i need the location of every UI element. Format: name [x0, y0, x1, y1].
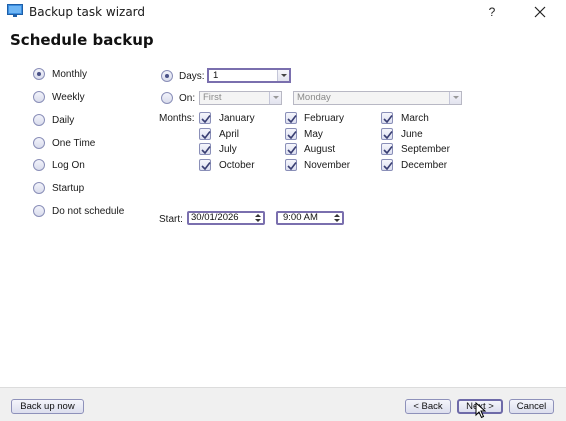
on-week-value: First — [203, 92, 222, 103]
month-label-february: February — [304, 113, 345, 124]
radio-one-time[interactable] — [33, 137, 45, 149]
title-bar: Backup task wizard ? — [0, 0, 566, 24]
window-title: Backup task wizard — [29, 5, 146, 19]
checkmark-icon — [383, 115, 393, 124]
checkmark-icon — [383, 146, 393, 155]
radio-daily[interactable] — [33, 114, 45, 126]
on-label: On: — [179, 93, 196, 104]
radio-do-not-schedule-label: Do not schedule — [52, 206, 125, 217]
mouse-pointer-icon — [475, 402, 487, 419]
radio-monthly[interactable] — [33, 68, 45, 80]
checkmark-icon — [287, 162, 297, 171]
checkmark-icon — [383, 131, 393, 140]
months-label: Months: — [159, 113, 195, 124]
checkbox-may[interactable] — [285, 128, 297, 140]
radio-log-on[interactable] — [33, 159, 45, 171]
checkbox-february[interactable] — [285, 112, 297, 124]
chevron-down-icon[interactable] — [277, 70, 289, 81]
radio-startup[interactable] — [33, 182, 45, 194]
checkmark-icon — [201, 146, 211, 155]
radio-startup-label: Startup — [52, 183, 85, 194]
checkbox-september[interactable] — [381, 143, 393, 155]
days-label: Days: — [179, 71, 205, 82]
on-week-combo[interactable]: First — [199, 91, 282, 105]
radio-log-on-label: Log On — [52, 160, 85, 171]
checkbox-june[interactable] — [381, 128, 393, 140]
radio-daily-label: Daily — [52, 115, 75, 126]
help-button[interactable]: ? — [481, 2, 503, 22]
month-label-december: December — [401, 160, 448, 171]
start-date-picker[interactable]: 30/01/2026 — [187, 211, 265, 225]
checkmark-icon — [287, 146, 297, 155]
start-time-picker[interactable]: 9:00 AM — [276, 211, 344, 225]
cancel-button[interactable]: Cancel — [509, 399, 554, 414]
checkbox-december[interactable] — [381, 159, 393, 171]
spin-arrows-icon[interactable] — [254, 213, 262, 223]
radio-do-not-schedule[interactable] — [33, 205, 45, 217]
days-combo[interactable]: 1 — [207, 68, 291, 83]
start-label: Start: — [159, 214, 183, 225]
month-label-march: March — [401, 113, 429, 124]
checkmark-icon — [201, 162, 211, 171]
checkbox-october[interactable] — [199, 159, 211, 171]
month-label-january: January — [219, 113, 255, 124]
radio-days[interactable] — [161, 70, 173, 82]
back-button[interactable]: < Back — [405, 399, 451, 414]
checkbox-august[interactable] — [285, 143, 297, 155]
checkbox-april[interactable] — [199, 128, 211, 140]
start-date-value: 30/01/2026 — [191, 212, 239, 223]
days-value: 1 — [213, 70, 219, 81]
on-day-combo[interactable]: Monday — [293, 91, 462, 105]
radio-monthly-label: Monthly — [52, 69, 88, 80]
checkbox-january[interactable] — [199, 112, 211, 124]
spin-arrows-icon[interactable] — [333, 213, 341, 223]
checkmark-icon — [201, 131, 211, 140]
month-label-june: June — [401, 129, 423, 140]
month-label-april: April — [219, 129, 240, 140]
checkmark-icon — [287, 115, 297, 124]
chevron-down-icon[interactable] — [269, 92, 281, 104]
radio-on[interactable] — [161, 92, 173, 104]
back-up-now-button[interactable]: Back up now — [11, 399, 84, 414]
chevron-down-icon[interactable] — [449, 92, 461, 104]
month-label-november: November — [304, 160, 351, 171]
close-icon — [534, 6, 546, 18]
checkmark-icon — [287, 131, 297, 140]
radio-one-time-label: One Time — [52, 138, 96, 149]
month-label-may: May — [304, 129, 323, 140]
checkbox-november[interactable] — [285, 159, 297, 171]
radio-weekly-label: Weekly — [52, 92, 85, 103]
checkbox-march[interactable] — [381, 112, 393, 124]
start-time-value: 9:00 AM — [283, 212, 318, 223]
checkbox-july[interactable] — [199, 143, 211, 155]
monitor-icon — [7, 4, 23, 17]
month-label-september: September — [401, 144, 450, 155]
page-title: Schedule backup — [10, 31, 154, 49]
month-label-august: August — [304, 144, 336, 155]
radio-weekly[interactable] — [33, 91, 45, 103]
close-button[interactable] — [529, 2, 551, 22]
month-label-july: July — [219, 144, 237, 155]
on-day-value: Monday — [297, 92, 331, 103]
checkmark-icon — [383, 162, 393, 171]
checkmark-icon — [201, 115, 211, 124]
month-label-october: October — [219, 160, 255, 171]
